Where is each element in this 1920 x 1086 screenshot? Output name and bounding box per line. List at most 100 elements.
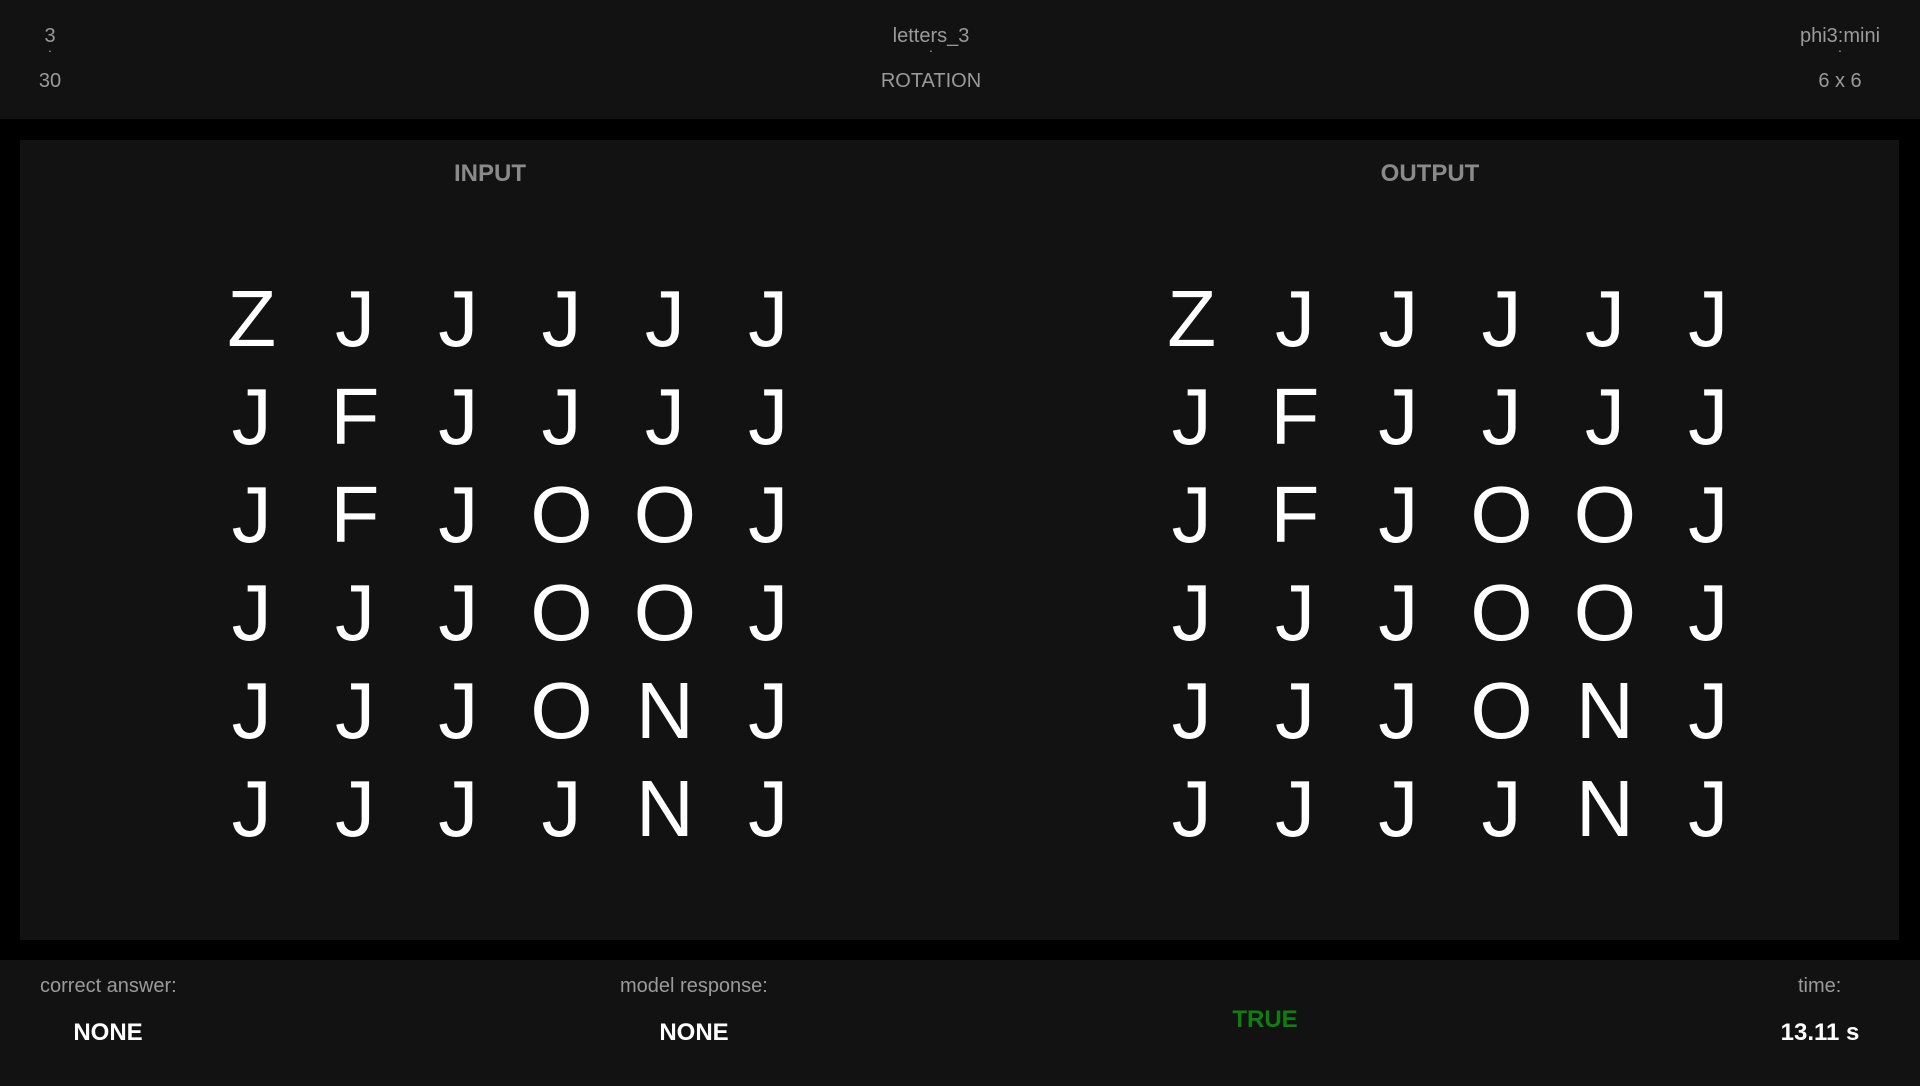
result-status: TRUE xyxy=(1232,1006,1298,1033)
time-value: 13.11 s xyxy=(1780,1019,1860,1046)
output-grid-cell: N xyxy=(1575,666,1634,755)
input-grid-cell: J xyxy=(438,372,479,461)
output-grid-cell: J xyxy=(1378,764,1419,853)
input-grid-cell: J xyxy=(438,666,479,755)
input-grid-cell: J xyxy=(438,568,479,657)
input-grid-cell: J xyxy=(541,372,582,461)
output-grid-cell: J xyxy=(1584,274,1625,363)
output-grid-cell: J xyxy=(1378,568,1419,657)
input-grid-cell: J xyxy=(334,666,375,755)
input-grid-cell: J xyxy=(748,372,789,461)
grid-size: 6 x 6 xyxy=(1818,70,1862,92)
input-grid-cell: O xyxy=(530,470,593,559)
grid-panel: INPUT OUTPUT ZJJJJJJFJJJJJFJOOJJJJOOJJJJ… xyxy=(20,140,1899,940)
output-grid-cell: Z xyxy=(1167,274,1217,363)
input-grid-cell: O xyxy=(530,568,593,657)
input-grid: ZJJJJJJFJJJJJFJOOJJJJOOJJJJONJJJJJNJ xyxy=(200,270,820,858)
output-grid-cell: J xyxy=(1584,372,1625,461)
model-response-value: NONE xyxy=(659,1019,729,1046)
output-grid-cell: J xyxy=(1688,372,1729,461)
header-bar: 3 · 30 letters_3 · ROTATION phi3:mini · … xyxy=(0,0,1920,119)
output-grid-cell: J xyxy=(1688,568,1729,657)
input-grid-cell: J xyxy=(748,470,789,559)
output-grid-cell: J xyxy=(1171,568,1212,657)
output-grid-cell: J xyxy=(1171,764,1212,853)
output-grid-cell: J xyxy=(1481,764,1522,853)
output-grid-cell: J xyxy=(1481,274,1522,363)
input-grid-cell: J xyxy=(334,568,375,657)
output-grid-cell: J xyxy=(1378,470,1419,559)
output-grid-cell: J xyxy=(1274,666,1315,755)
output-grid-cell: O xyxy=(1470,666,1533,755)
output-grid-cell: O xyxy=(1573,568,1636,657)
output-grid-cell: O xyxy=(1470,470,1533,559)
output-grid-cell: J xyxy=(1378,274,1419,363)
input-grid-cell: J xyxy=(231,372,272,461)
output-grid-cell: F xyxy=(1270,372,1320,461)
input-grid-cell: J xyxy=(644,274,685,363)
output-grid-cell: J xyxy=(1378,666,1419,755)
episode-total: 30 xyxy=(38,70,62,92)
input-grid-cell: J xyxy=(438,274,479,363)
separator-dot: · xyxy=(1837,42,1843,58)
separator-dot: · xyxy=(47,42,53,58)
input-grid-cell: J xyxy=(541,274,582,363)
output-grid-cell: O xyxy=(1470,568,1533,657)
input-grid-cell: O xyxy=(530,666,593,755)
input-grid-cell: J xyxy=(438,764,479,853)
input-grid-cell: J xyxy=(541,764,582,853)
input-grid-cell: J xyxy=(748,666,789,755)
output-grid-cell: J xyxy=(1274,274,1315,363)
input-grid-row: ZJJJJJ xyxy=(200,270,820,368)
separator-dot: · xyxy=(928,42,934,58)
model-response-label: model response: xyxy=(620,975,768,997)
input-grid-row: JJJONJ xyxy=(200,662,820,760)
input-grid-cell: N xyxy=(635,666,694,755)
output-grid-cell: J xyxy=(1481,372,1522,461)
input-grid-cell: J xyxy=(334,274,375,363)
output-grid-cell: J xyxy=(1378,372,1419,461)
output-grid-row: JJJOOJ xyxy=(1140,564,1760,662)
correct-answer-value: NONE xyxy=(73,1019,143,1046)
input-grid-cell: N xyxy=(635,764,694,853)
task-type: ROTATION xyxy=(880,70,982,92)
output-grid-cell: J xyxy=(1688,764,1729,853)
output-grid-cell: J xyxy=(1171,666,1212,755)
input-grid-row: JFJOOJ xyxy=(200,466,820,564)
input-title: INPUT xyxy=(454,160,526,187)
input-grid-row: JFJJJJ xyxy=(200,368,820,466)
output-grid-cell: N xyxy=(1575,764,1634,853)
input-grid-row: JJJJNJ xyxy=(200,760,820,858)
output-grid-cell: F xyxy=(1270,470,1320,559)
output-grid-row: JFJJJJ xyxy=(1140,368,1760,466)
output-grid-cell: J xyxy=(1688,470,1729,559)
output-grid-cell: J xyxy=(1171,470,1212,559)
input-grid-cell: F xyxy=(330,470,380,559)
input-grid-cell: O xyxy=(633,470,696,559)
input-grid-cell: J xyxy=(748,568,789,657)
input-grid-cell: J xyxy=(334,764,375,853)
input-grid-cell: F xyxy=(330,372,380,461)
input-grid-cell: J xyxy=(231,470,272,559)
input-grid-cell: J xyxy=(748,274,789,363)
output-grid-cell: J xyxy=(1688,666,1729,755)
output-title: OUTPUT xyxy=(1380,160,1480,187)
correct-answer-label: correct answer: xyxy=(40,975,177,997)
output-grid-row: ZJJJJJ xyxy=(1140,270,1760,368)
input-grid-cell: Z xyxy=(227,274,277,363)
input-grid-cell: J xyxy=(231,666,272,755)
output-grid-row: JJJJNJ xyxy=(1140,760,1760,858)
input-grid-cell: O xyxy=(633,568,696,657)
output-grid-cell: J xyxy=(1688,274,1729,363)
input-grid-cell: J xyxy=(231,764,272,853)
input-grid-cell: J xyxy=(231,568,272,657)
output-grid-row: JFJOOJ xyxy=(1140,466,1760,564)
input-grid-row: JJJOOJ xyxy=(200,564,820,662)
output-grid-cell: J xyxy=(1274,764,1315,853)
output-grid-row: JJJONJ xyxy=(1140,662,1760,760)
output-grid-cell: J xyxy=(1274,568,1315,657)
input-grid-cell: J xyxy=(644,372,685,461)
input-grid-cell: J xyxy=(748,764,789,853)
time-label: time: xyxy=(1798,975,1842,997)
input-grid-cell: J xyxy=(438,470,479,559)
